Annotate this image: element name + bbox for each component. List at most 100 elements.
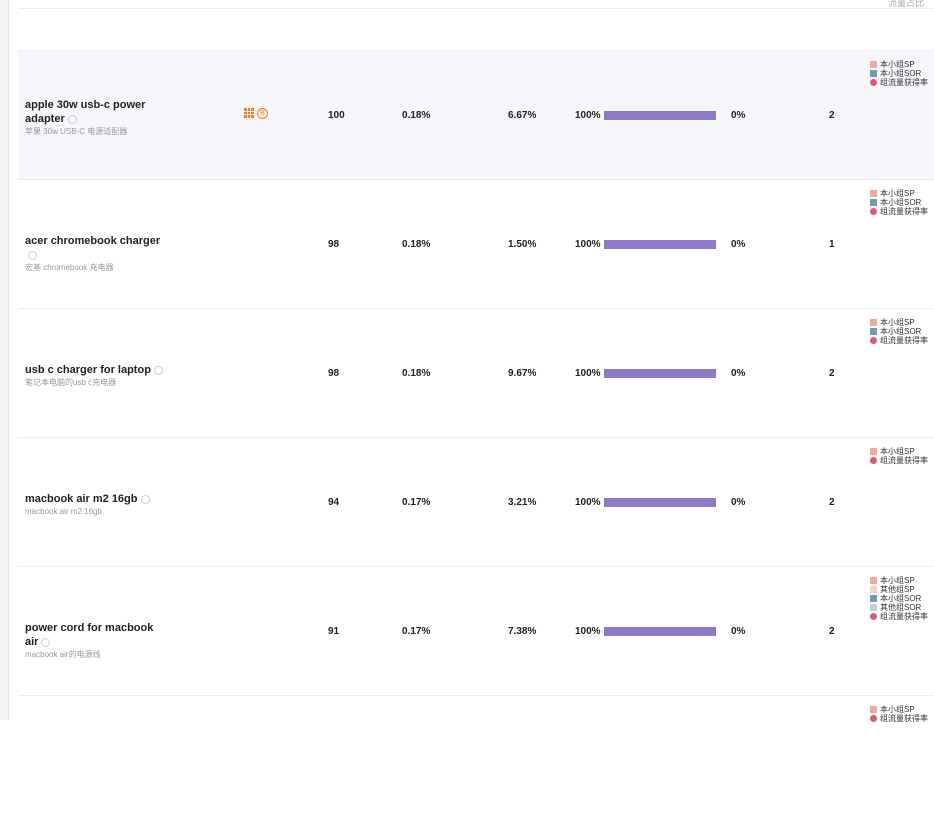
traffic-share: 0.18% [402, 239, 431, 250]
legend-item[interactable]: 本小组SP [870, 318, 928, 327]
bar-percent: 100% [575, 110, 601, 121]
zero-rate: 0% [731, 626, 746, 637]
traffic-share: 0.17% [402, 497, 431, 508]
count-value: 1 [829, 239, 835, 250]
legend-label: 组流量获得率 [880, 207, 928, 216]
click-rate: 1.50% [508, 239, 537, 250]
bar-percent: 100% [575, 626, 601, 637]
copy-icon[interactable] [41, 637, 51, 647]
search-rank: 91 [328, 626, 340, 637]
copy-icon[interactable] [140, 494, 150, 504]
legend-label: 本小组SOR [880, 198, 922, 207]
search-rank: 98 [328, 368, 340, 379]
legend-square-icon [870, 577, 877, 584]
legend-item[interactable]: 本小组SP [870, 576, 928, 585]
click-rate: 7.38% [508, 626, 537, 637]
legend-item[interactable]: 其他组SOR [870, 603, 928, 612]
table-row[interactable]: macbook air m2 16gb macbook air m2 16gb … [18, 438, 934, 567]
table-row[interactable]: apple 30w usb-c power adapter 苹果 30w USB… [18, 51, 934, 180]
legend-item[interactable]: 本小组SP [870, 189, 928, 198]
keyword-table: 流量占比 apple 30w usb-c power adapter 苹果 30… [18, 0, 934, 824]
table-row[interactable]: acer chromebook charger 宏基 chromebook 充电… [18, 180, 934, 309]
legend-item[interactable]: 组流量获得率 [870, 78, 928, 87]
keyword-text[interactable]: usb c charger for laptop [25, 364, 151, 376]
legend-item[interactable]: 本小组SOR [870, 69, 928, 78]
progress-bar [604, 240, 716, 249]
zero-rate: 0% [731, 239, 746, 250]
legend-label: 本小组SOR [880, 69, 922, 78]
search-rank: 94 [328, 497, 340, 508]
legend-dot-icon [870, 457, 877, 464]
legend-item[interactable]: 组流量获得率 [870, 336, 928, 345]
table-spacer [18, 8, 934, 51]
progress-bar [604, 498, 716, 507]
legend-item[interactable]: 本小组SP [870, 60, 928, 69]
copy-icon[interactable] [67, 114, 77, 124]
legend-item[interactable]: 组流量获得率 [870, 612, 928, 621]
legend-label: 组流量获得率 [880, 714, 928, 723]
legend-square-icon [870, 595, 877, 602]
zero-rate: 0% [731, 368, 746, 379]
click-rate: 3.21% [508, 497, 537, 508]
keyword-cell: apple 30w usb-c power adapter 苹果 30w USB… [25, 98, 165, 137]
legend: 本小组SP 本小组SOR 组流量获得率 [870, 189, 928, 216]
legend-label: 本小组SP [880, 576, 915, 585]
legend: 本小组SP 本小组SOR 组流量获得率 [870, 60, 928, 87]
bar-percent: 100% [575, 497, 601, 508]
legend-square-icon [870, 199, 877, 206]
legend-dot-icon [870, 337, 877, 344]
legend-label: 本小组SP [880, 705, 915, 714]
progress-bar [604, 369, 716, 378]
legend-item[interactable]: 组流量获得率 [870, 207, 928, 216]
keyword-translation: macbook air的电源线 [25, 650, 101, 659]
legend: 本小组SP 其他组SP 本小组SOR 其他组SOR 组流量获得率 [870, 576, 928, 621]
zero-rate: 0% [731, 110, 746, 121]
search-rank: 100 [328, 110, 345, 121]
progress-bar [604, 111, 716, 120]
legend-item[interactable]: 组流量获得率 [870, 714, 928, 723]
legend-item[interactable]: 本小组SP [870, 447, 928, 456]
legend-square-icon [870, 604, 877, 611]
legend-square-icon [870, 586, 877, 593]
legend-square-icon [870, 61, 877, 68]
legend-dot-icon [870, 613, 877, 620]
legend-square-icon [870, 70, 877, 77]
table-row[interactable]: power cord for macbook air macbook air的电… [18, 567, 934, 696]
table-row[interactable]: 本小组SP 组流量获得率 [18, 696, 934, 824]
count-value: 2 [829, 110, 835, 121]
legend-item[interactable]: 本小组SOR [870, 327, 928, 336]
copy-icon[interactable] [153, 365, 163, 375]
legend-square-icon [870, 328, 877, 335]
legend-item[interactable]: 本小组SOR [870, 594, 928, 603]
legend-label: 其他组SP [880, 585, 915, 594]
keyword-text[interactable]: macbook air m2 16gb [25, 493, 138, 505]
legend-item[interactable]: 本小组SOR [870, 198, 928, 207]
legend-item[interactable]: 组流量获得率 [870, 456, 928, 465]
keyword-text[interactable]: apple 30w usb-c power adapter [25, 99, 145, 125]
table-row[interactable]: usb c charger for laptop 笔记本电脑的usb c充电器 … [18, 309, 934, 438]
left-sidebar-edge [0, 0, 9, 720]
keyword-translation: 笔记本电脑的usb c充电器 [25, 378, 117, 387]
keyword-cell: power cord for macbook air macbook air的电… [25, 621, 165, 660]
keyword-cell: macbook air m2 16gb macbook air m2 16gb [25, 492, 165, 517]
grid-icon[interactable] [244, 108, 254, 118]
keyword-translation: 苹果 30w USB-C 电源适配器 [25, 127, 128, 136]
legend-item[interactable]: 本小组SP [870, 705, 928, 714]
legend: 本小组SP 组流量获得率 [870, 705, 928, 723]
copy-icon[interactable] [28, 250, 37, 260]
legend-label: 本小组SP [880, 60, 915, 69]
keyword-cell: acer chromebook charger 宏基 chromebook 充电… [25, 234, 165, 273]
keyword-text[interactable]: acer chromebook charger [25, 235, 160, 247]
count-value: 2 [829, 497, 835, 508]
keyword-translation: 宏基 chromebook 充电器 [25, 263, 114, 272]
legend-label: 组流量获得率 [880, 456, 928, 465]
brand-badge-icon[interactable]: B [257, 108, 268, 119]
legend-dot-icon [870, 79, 877, 86]
legend-item[interactable]: 其他组SP [870, 585, 928, 594]
legend-dot-icon [870, 208, 877, 215]
progress-bar [604, 627, 716, 636]
legend-label: 其他组SOR [880, 603, 922, 612]
legend-dot-icon [870, 715, 877, 722]
legend-label: 组流量获得率 [880, 336, 928, 345]
search-rank: 98 [328, 239, 340, 250]
